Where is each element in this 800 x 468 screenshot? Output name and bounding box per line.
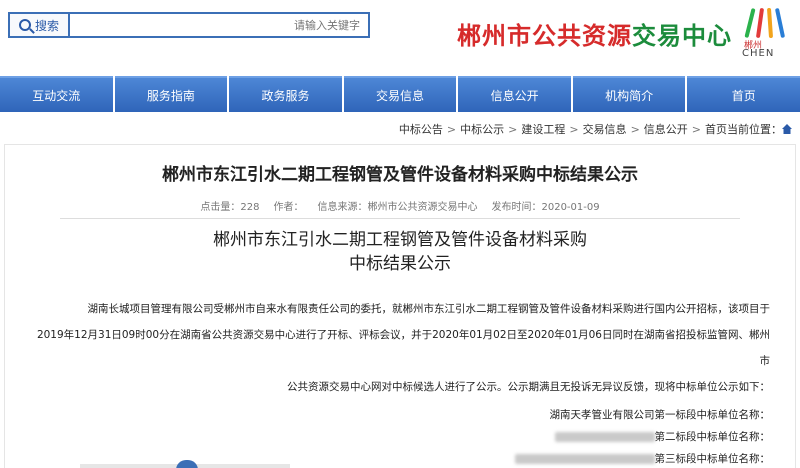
subtitle-line-1: 郴州市东江引水二期工程钢管及管件设备材料采购: [213, 230, 587, 250]
site-header: 搜索 郴州市公共资源交易中心 郴州 CHEN: [0, 0, 800, 76]
article-meta: 发布时间：2020-01-09 信息来源：郴州市公共资源交易中心 作者： 点击量…: [0, 198, 800, 213]
nav-item-government-service[interactable]: 政务服务: [229, 76, 342, 112]
site-title-part1: 郴州市公共资源: [457, 21, 632, 50]
article-title: 郴州市东江引水二期工程钢管及管件设备材料采购中标结果公示: [162, 165, 638, 185]
search-button-label: 搜索: [34, 18, 59, 33]
article-subtitle: 郴州市东江引水二期工程钢管及管件设备材料采购 中标结果公示: [0, 228, 800, 276]
article-body: 湖南长城项目管理有限公司受郴州市自来水有限责任公司的委托，就郴州市东江引水二期工…: [28, 296, 770, 400]
subtitle-line-2: 中标结果公示: [349, 254, 451, 274]
result-label: 第二标段中标单位名称：: [654, 431, 771, 443]
search-button[interactable]: 搜索: [8, 12, 70, 38]
click-count: 点击量：228: [200, 202, 260, 213]
main-nav: 互动交流 服务指南 政务服务 交易信息 信息公开 机构简介 首页: [0, 76, 800, 112]
site-title: 郴州市公共资源交易中心: [457, 16, 732, 51]
breadcrumb-item-home[interactable]: 首页: [705, 121, 727, 137]
logo-en-text: CHEN: [742, 48, 775, 59]
result-value: 湖南天孝管业有限公司: [549, 409, 655, 421]
nav-item-home[interactable]: 首页: [687, 76, 800, 112]
result-row: 第二标段中标单位名称：: [28, 426, 770, 448]
result-label: 第一标段中标单位名称：: [654, 409, 771, 421]
breadcrumb-separator: >: [508, 122, 518, 136]
site-logo[interactable]: 郴州市公共资源交易中心 郴州 CHEN: [457, 6, 792, 60]
breadcrumb-item-bid-notice[interactable]: 中标公告: [399, 121, 443, 137]
breadcrumb-item-trade-info[interactable]: 交易信息: [583, 121, 627, 137]
search-icon: [18, 19, 31, 31]
body-line-2: 2019年12月31日09时00分在湖南省公共资源交易中心进行了开标、评标会议，…: [36, 329, 770, 367]
publish-time: 发布时间：2020-01-09: [491, 202, 600, 213]
bid-results: 湖南天孝管业有限公司第一标段中标单位名称： 第二标段中标单位名称： 第三标段中标…: [28, 404, 770, 468]
home-icon: [782, 124, 792, 134]
breadcrumb-item-info-disclosure[interactable]: 信息公开: [644, 121, 688, 137]
search-input[interactable]: [70, 12, 370, 38]
breadcrumb-label: 当前位置：: [727, 123, 782, 136]
info-source: 信息来源：郴州市公共资源交易中心: [317, 202, 478, 213]
nav-item-about[interactable]: 机构简介: [572, 76, 686, 112]
nav-item-info-disclosure[interactable]: 信息公开: [458, 76, 571, 112]
result-row: 湖南天孝管业有限公司第一标段中标单位名称：: [28, 404, 771, 426]
breadcrumb: 当前位置： 首页 > 信息公开 > 交易信息 > 建设工程 > 中标公示 > 中…: [0, 118, 800, 140]
redacted-value: [514, 454, 655, 464]
site-title-part2: 交易中心: [632, 21, 732, 50]
result-label: 第三标段中标单位名称：: [654, 453, 771, 465]
nav-item-trade-info[interactable]: 交易信息: [343, 76, 457, 112]
breadcrumb-separator: >: [630, 122, 640, 136]
breadcrumb-item-bid-publicity[interactable]: 中标公示: [460, 121, 504, 137]
nav-item-interaction[interactable]: 互动交流: [0, 76, 113, 112]
body-line-1: 湖南长城项目管理有限公司受郴州市自来水有限责任公司的委托，就郴州市东江引水二期工…: [87, 303, 771, 315]
redacted-value: [554, 432, 655, 442]
author: 作者：: [273, 202, 304, 213]
breadcrumb-separator: >: [691, 122, 701, 136]
nav-item-guide[interactable]: 服务指南: [114, 76, 228, 112]
divider: [60, 218, 740, 219]
breadcrumb-separator: >: [446, 122, 457, 136]
logo-icon: 郴州 CHEN: [740, 6, 792, 60]
body-line-3: 公共资源交易中心网对中标候选人进行了公示。公示期满且无投诉无异议反馈，现将中标单…: [287, 381, 770, 393]
breadcrumb-item-construction[interactable]: 建设工程: [521, 121, 565, 137]
breadcrumb-separator: >: [569, 122, 579, 136]
